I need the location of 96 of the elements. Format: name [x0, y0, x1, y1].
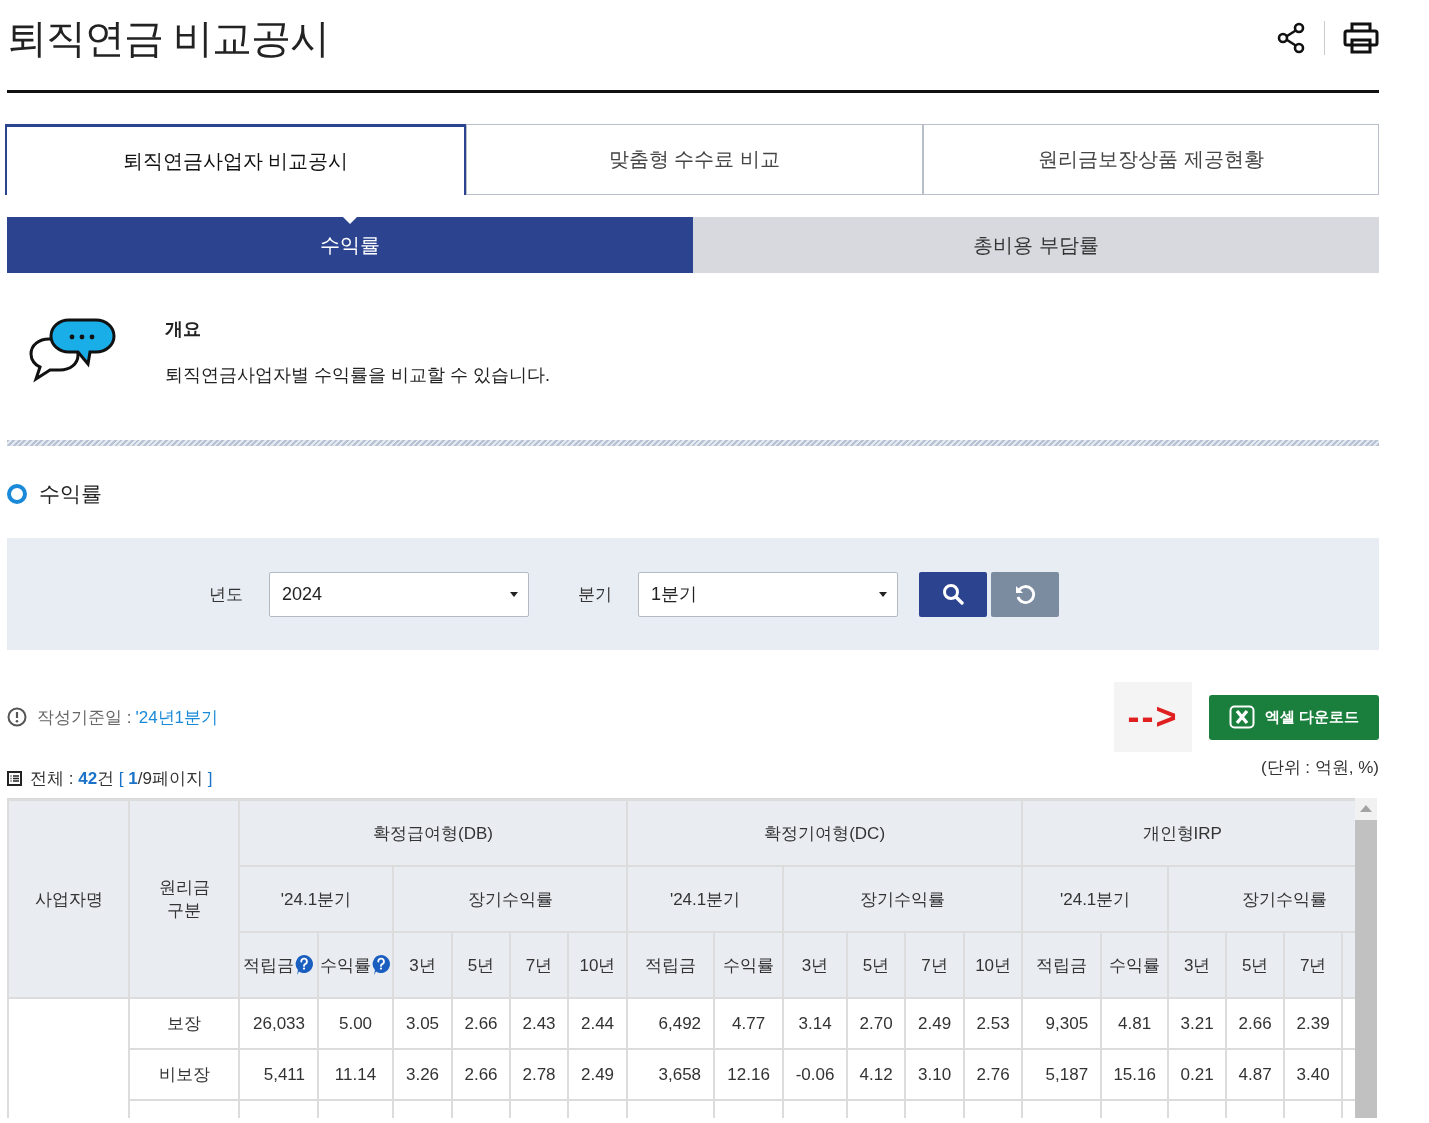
- help-icon[interactable]: [294, 954, 314, 976]
- table-cell: 9,305: [1022, 998, 1102, 1049]
- column-header: 7년: [905, 932, 965, 998]
- select-field[interactable]: 2024: [269, 571, 529, 617]
- column-header: 장기수익률: [393, 866, 628, 932]
- table-cell: 2.66: [452, 998, 510, 1049]
- table-cell: 3.40: [1284, 1049, 1343, 1100]
- tab[interactable]: 원리금보장상품 제공현황: [923, 124, 1379, 195]
- field-label: 분기: [578, 583, 613, 606]
- table-cell: 5,187: [1022, 1049, 1102, 1100]
- column-header: 원리금 구분: [129, 800, 239, 998]
- table-cell: 3.26: [393, 1049, 452, 1100]
- column-header: 수익률: [714, 932, 784, 998]
- table-cell: 3,658: [627, 1049, 715, 1100]
- refresh-icon: [1014, 583, 1036, 605]
- scrollbar[interactable]: [1355, 798, 1377, 1118]
- table-cell: 2.49: [905, 998, 965, 1049]
- column-header: '24.1분기: [239, 866, 393, 932]
- unit-note: (단위 : 억원, %): [1260, 757, 1379, 779]
- table-cell: 3.21: [1168, 998, 1227, 1049]
- basis-label: 작성기준일 :: [37, 706, 132, 729]
- column-header: 3년: [1168, 932, 1227, 998]
- table-cell: 15.16: [1101, 1049, 1169, 1100]
- table-cell: 11.14: [318, 1049, 393, 1100]
- excel-download-button[interactable]: 엑셀 다운로드: [1209, 694, 1379, 740]
- table-cell: 보장: [129, 998, 239, 1049]
- group-header: 확정기여형(DC): [627, 800, 1023, 866]
- table-cell: 2.53: [964, 998, 1023, 1049]
- x-icon: [1228, 705, 1255, 729]
- sub-tab[interactable]: 수익률: [7, 217, 693, 273]
- table-cell: 0.21: [1168, 1049, 1227, 1100]
- total-count: 전체 : 42건 [ 1/9페이지 ]: [30, 768, 213, 790]
- section-title: 수익률: [39, 481, 102, 507]
- field-label: 년도: [209, 583, 244, 606]
- column-header: 수익률: [320, 954, 371, 977]
- table-cell: 4.81: [1101, 998, 1169, 1049]
- column-header: 5년: [1226, 932, 1285, 998]
- table-cell: 2.66: [452, 1049, 510, 1100]
- column-header: 장기수익률: [783, 866, 1023, 932]
- tab[interactable]: 퇴직연금사업자 비교공시: [5, 124, 466, 195]
- table-cell: 4.77: [714, 998, 784, 1049]
- column-header: 5년: [452, 932, 510, 998]
- table-cell: 3.14: [783, 998, 848, 1049]
- table-cell: 5,411: [239, 1049, 318, 1100]
- table-cell: 2.66: [1226, 998, 1285, 1049]
- print-icon[interactable]: [1343, 22, 1379, 54]
- table-cell: 2.70: [847, 998, 906, 1049]
- caret-icon: [879, 591, 887, 597]
- bullet-icon: [7, 484, 27, 504]
- table-cell: 2.76: [964, 1049, 1023, 1100]
- search-button[interactable]: [919, 571, 987, 617]
- column-header: 10년: [568, 932, 628, 998]
- table-cell: 3.10: [905, 1049, 965, 1100]
- column-header: '24.1분기: [1022, 866, 1169, 932]
- column-header: 적립금: [1022, 932, 1102, 998]
- column-header: 5년: [847, 932, 906, 998]
- table-cell: 6,492: [627, 998, 715, 1049]
- group-header: 확정급여형(DB): [239, 800, 628, 866]
- list-icon: [7, 771, 22, 786]
- select-field[interactable]: 1분기: [638, 571, 898, 617]
- table-cell: 2.44: [568, 998, 628, 1049]
- table-cell: 5.00: [318, 998, 393, 1049]
- column-header: 10년: [964, 932, 1023, 998]
- column-header: 7년: [510, 932, 568, 998]
- column-header: 수익률: [1101, 932, 1169, 998]
- sub-tab[interactable]: 총비용 부담률: [693, 217, 1379, 273]
- caret-icon: [510, 591, 518, 597]
- overview-description: 퇴직연금사업자별 수익률을 비교할 수 있습니다.: [165, 364, 550, 387]
- search-icon: [942, 583, 964, 605]
- table-cell: 4.12: [847, 1049, 906, 1100]
- help-icon[interactable]: [371, 954, 391, 976]
- table-cell: 3.05: [393, 998, 452, 1049]
- column-header: 3년: [783, 932, 848, 998]
- table-cell: 2.78: [510, 1049, 568, 1100]
- column-header: 7년: [1284, 932, 1343, 998]
- table-cell: 4.87: [1226, 1049, 1285, 1100]
- table-cell: 2.43: [510, 998, 568, 1049]
- column-header: 3년: [393, 932, 452, 998]
- share-icon[interactable]: [1276, 22, 1306, 54]
- table-cell: 12.16: [714, 1049, 784, 1100]
- group-header: 개인형IRP: [1022, 800, 1355, 866]
- info-icon: [7, 707, 27, 727]
- column-header: 장기수익률: [1168, 866, 1355, 932]
- column-header: 사업자명: [8, 800, 129, 998]
- basis-value: '24년1분기: [135, 706, 219, 729]
- column-header: 적립금: [243, 954, 294, 977]
- tab[interactable]: 맞춤형 수수료 비교: [466, 124, 923, 195]
- table-cell: 2.39: [1284, 998, 1343, 1049]
- page-title: 퇴직연금 비교공시: [7, 14, 330, 62]
- table-cell: 비보장: [129, 1049, 239, 1100]
- table-cell: -0.06: [783, 1049, 848, 1100]
- column-header: '24.1분기: [627, 866, 784, 932]
- table-cell: 2.49: [568, 1049, 628, 1100]
- column-header: 적립금: [627, 932, 715, 998]
- overview-heading: 개요: [165, 318, 202, 341]
- table-cell: 26,033: [239, 998, 318, 1049]
